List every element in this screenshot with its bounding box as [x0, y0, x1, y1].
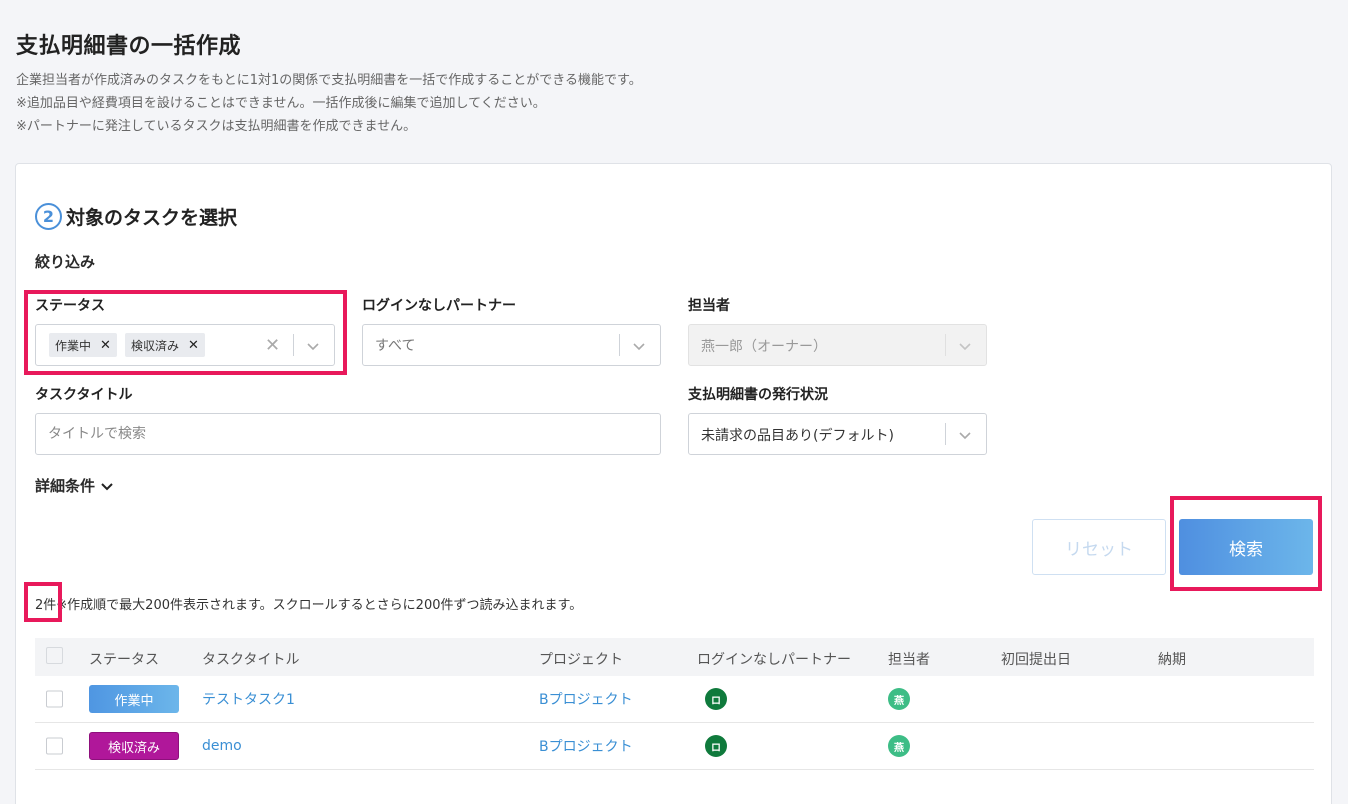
- status-badge: 作業中: [89, 685, 179, 713]
- reset-button[interactable]: リセット: [1032, 519, 1166, 575]
- status-multiselect[interactable]: 作業中 ✕ 検収済み ✕ ✕: [35, 324, 335, 366]
- header-status: ステータス: [89, 652, 159, 668]
- search-button[interactable]: 検索: [1179, 519, 1313, 575]
- project-link[interactable]: Bプロジェクト: [539, 736, 633, 756]
- page-title: 支払明細書の一括作成: [16, 34, 242, 59]
- page-note-items: ※追加品目や経費項目を設けることはできません。一括作成後に編集で追加してください…: [16, 96, 546, 111]
- chevron-down-icon: [101, 482, 113, 490]
- issue-status-select[interactable]: 未請求の品目あり(デフォルト): [688, 413, 987, 455]
- result-summary: 2件※作成順で最大200件表示されます。スクロールするとさらに200件ずつ読み込…: [35, 594, 582, 613]
- header-first-submit: 初回提出日: [1001, 652, 1071, 668]
- detail-conditions-label: 詳細条件: [35, 477, 96, 495]
- task-selection-card: 2 対象のタスクを選択 絞り込み ステータス 作業中 ✕ 検収済み ✕ ✕ ログ…: [15, 163, 1332, 804]
- task-title-link[interactable]: テストタスク1: [202, 689, 295, 709]
- row-checkbox[interactable]: [46, 737, 63, 755]
- separator: [619, 334, 620, 356]
- detail-conditions-toggle[interactable]: 詳細条件: [35, 475, 115, 496]
- partner-avatar: ロ: [705, 688, 727, 710]
- chip-label: 作業中: [55, 338, 92, 353]
- filter-heading: 絞り込み: [35, 253, 96, 271]
- task-table: ステータス タスクタイトル プロジェクト ログインなしパートナー 担当者 初回提…: [35, 638, 1314, 770]
- result-note: ※作成順で最大200件表示されます。スクロールするとさらに200件ずつ読み込まれ…: [56, 598, 583, 613]
- chevron-down-icon[interactable]: [630, 337, 648, 355]
- task-title-link[interactable]: demo: [202, 738, 242, 754]
- issue-status-label: 支払明細書の発行状況: [688, 387, 828, 403]
- separator: [293, 334, 294, 356]
- status-badge: 検収済み: [89, 732, 179, 760]
- status-label: ステータス: [35, 298, 105, 314]
- select-all-checkbox[interactable]: [46, 647, 63, 664]
- assignee-value: 燕一郎（オーナー）: [701, 339, 827, 355]
- step-number-badge: 2: [35, 203, 62, 230]
- partner-select[interactable]: すべて: [362, 324, 661, 366]
- header-project: プロジェクト: [539, 652, 623, 668]
- chevron-down-icon: [956, 337, 974, 355]
- header-task-title: タスクタイトル: [202, 652, 300, 668]
- table-row[interactable]: 作業中 テストタスク1 Bプロジェクト ロ 燕: [35, 676, 1314, 723]
- assignee-select: 燕一郎（オーナー）: [688, 324, 987, 366]
- chip-label: 検収済み: [131, 338, 180, 353]
- project-link[interactable]: Bプロジェクト: [539, 689, 633, 709]
- assignee-avatar: 燕: [888, 735, 910, 757]
- header-partner: ログインなしパートナー: [697, 652, 851, 668]
- status-chip-accepted: 検収済み ✕: [125, 333, 205, 357]
- chip-remove-icon[interactable]: ✕: [100, 338, 111, 353]
- separator: [945, 334, 946, 356]
- separator: [945, 423, 946, 445]
- page-description: 企業担当者が作成済みのタスクをもとに1対1の関係で支払明細書を一括で作成すること…: [16, 73, 642, 88]
- step-heading: 2 対象のタスクを選択: [35, 203, 237, 230]
- result-count: 2件: [35, 598, 57, 613]
- assignee-label: 担当者: [688, 298, 730, 314]
- header-due-date: 納期: [1158, 652, 1186, 668]
- page-note-partner: ※パートナーに発注しているタスクは支払明細書を作成できません。: [16, 119, 417, 134]
- partner-placeholder: すべて: [375, 338, 416, 354]
- chip-remove-icon[interactable]: ✕: [188, 338, 199, 353]
- assignee-avatar: 燕: [888, 688, 910, 710]
- chevron-down-icon[interactable]: [956, 426, 974, 444]
- status-chip-working: 作業中 ✕: [49, 333, 117, 357]
- clear-icon[interactable]: ✕: [265, 335, 280, 356]
- task-title-label: タスクタイトル: [35, 387, 133, 403]
- table-header: ステータス タスクタイトル プロジェクト ログインなしパートナー 担当者 初回提…: [35, 638, 1314, 676]
- task-title-search-input[interactable]: [35, 413, 661, 455]
- header-assignee: 担当者: [888, 652, 930, 668]
- row-checkbox[interactable]: [46, 690, 63, 708]
- step-title: 対象のタスクを選択: [66, 207, 238, 229]
- issue-status-value: 未請求の品目あり(デフォルト): [701, 428, 894, 444]
- partner-label: ログインなしパートナー: [362, 298, 516, 314]
- chevron-down-icon[interactable]: [304, 337, 322, 355]
- partner-avatar: ロ: [705, 735, 727, 757]
- table-row[interactable]: 検収済み demo Bプロジェクト ロ 燕: [35, 723, 1314, 770]
